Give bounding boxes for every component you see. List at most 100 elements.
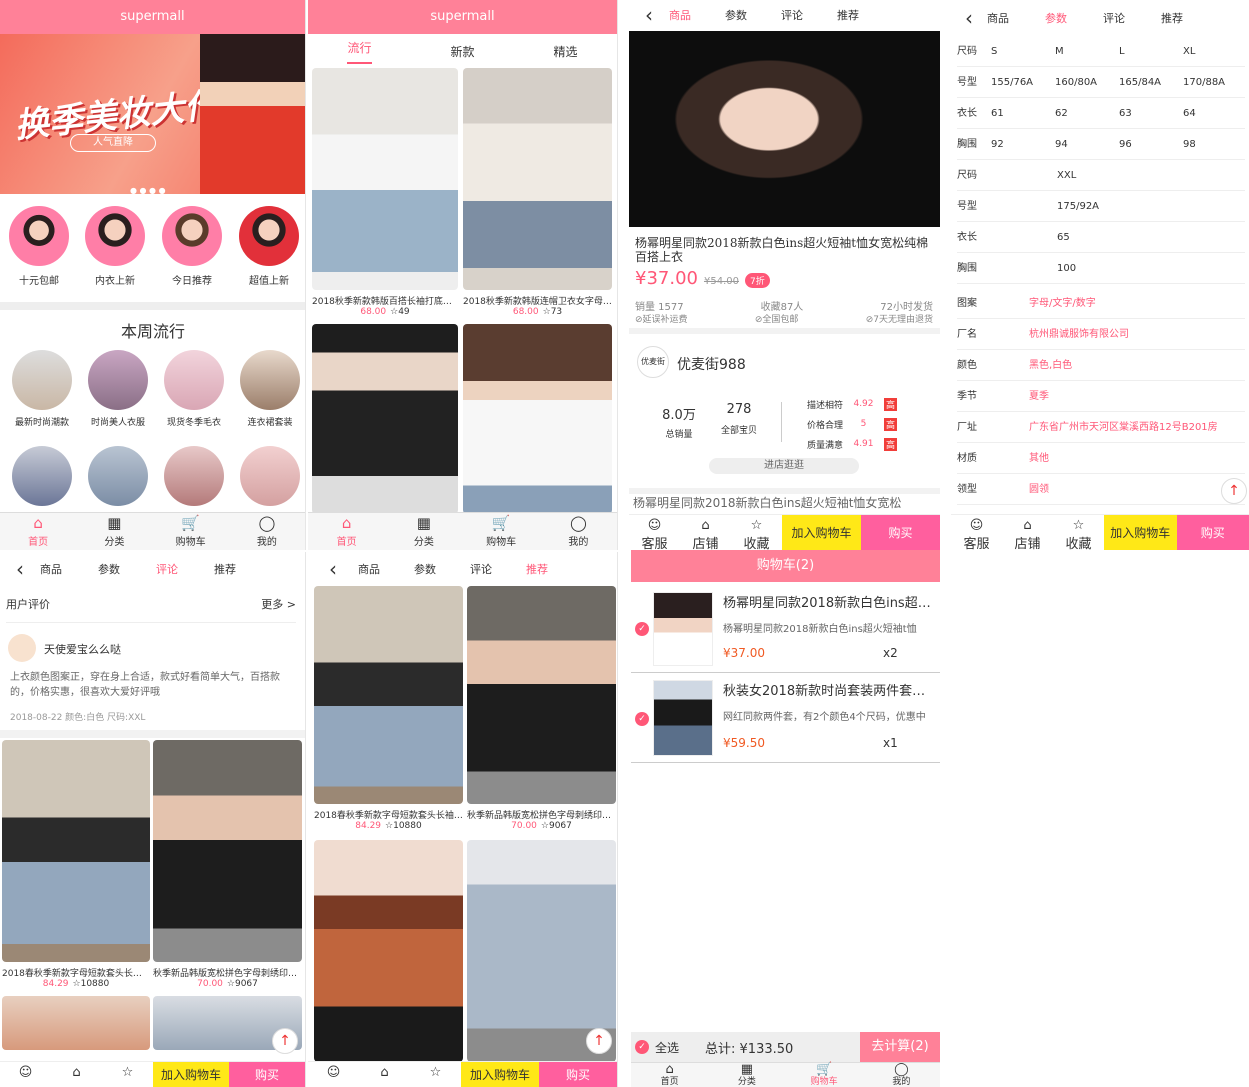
shop-button[interactable]: ⌂ 店铺 [1002,515,1053,550]
back-top-button[interactable]: ↑ [586,1028,612,1054]
size-cell: 63 [1119,108,1132,119]
enter-shop-button[interactable]: 进店逛逛 [709,458,859,474]
tab-params[interactable]: 参数 [725,7,747,23]
tab-goods[interactable]: 商品 [987,10,1009,26]
shop-button[interactable]: ⌂ [51,1062,102,1087]
tab-cart[interactable]: 🛒 购物车 [153,513,229,550]
goods-item[interactable]: 2018秋季新款韩版连帽卫衣女字母印花 68.00 ☆73 [463,68,612,317]
service-button[interactable]: ☺ [0,1062,51,1087]
back-icon[interactable]: ‹ [629,3,669,27]
buy-button[interactable]: 购买 [1176,515,1249,550]
goods-price: 68.00 [512,307,539,317]
tab-recommend[interactable]: 推荐 [214,561,236,577]
checkbox-icon[interactable]: ✓ [635,622,649,636]
comment-more-link[interactable]: 更多 > [261,596,296,612]
recommend-item[interactable]: 十元包邮 [8,206,70,287]
back-icon[interactable]: ‹ [951,6,987,30]
tab-profile[interactable]: ◯ 我的 [229,513,305,550]
service-button[interactable]: ☺ 客服 [951,515,1002,550]
star-icon: ☆ [429,1065,442,1080]
goods-image[interactable] [314,840,463,1062]
back-icon[interactable]: ‹ [0,557,40,581]
buy-button[interactable]: 购买 [229,1062,305,1087]
feature-image[interactable] [240,446,300,506]
goods-image[interactable] [2,996,150,1050]
tab-comment[interactable]: 评论 [781,7,803,23]
tab-recommend[interactable]: 推荐 [837,7,859,23]
feature-item[interactable]: 最新时尚潮款 [10,350,74,428]
tab-cart[interactable]: 🛒 购物车 [463,513,540,550]
back-icon[interactable]: ‹ [308,557,358,581]
tab-profile[interactable]: ◯ 我的 [540,513,617,550]
tab-goods[interactable]: 商品 [669,7,691,23]
back-top-button[interactable]: ↑ [272,1028,298,1054]
service-button[interactable]: ☺ [308,1062,359,1087]
service-button[interactable]: ☺ 客服 [629,515,680,550]
goods-item[interactable] [463,324,612,514]
tab-comment[interactable]: 评论 [156,561,178,577]
goods-price: 84.29 [42,979,69,989]
goods-item[interactable] [312,324,458,514]
tab-recommend[interactable]: 推荐 [526,561,548,577]
tab-comment[interactable]: 评论 [470,561,492,577]
tab-new[interactable]: 新款 [450,34,474,64]
action-label: 收藏 [1065,537,1092,550]
shop-button[interactable]: ⌂ 店铺 [680,515,731,550]
goods-item[interactable]: 2018春秋季新款字母短款套头长袖卫衣女 84.29☆10880 [2,740,150,989]
goods-item[interactable]: 秋季新品韩版宽松拼色字母刺绣印花上衣 70.00 ☆9067 [467,586,616,831]
feature-item[interactable]: 连衣裙套装 [238,350,302,428]
tab-profile[interactable]: ◯ 我的 [863,1063,940,1087]
recommend-item[interactable]: 超值上新 [238,206,300,287]
shop-button[interactable]: ⌂ [359,1062,410,1087]
back-top-button[interactable]: ↑ [1221,478,1247,504]
tab-goods[interactable]: 商品 [358,561,380,577]
buy-button[interactable]: 购买 [539,1062,617,1087]
tab-selected[interactable]: 精选 [553,34,577,64]
add-cart-button[interactable]: 加入购物车 [782,515,861,550]
tab-category[interactable]: ▦ 分类 [76,513,152,550]
goods-meta: 68.00 ☆73 [463,307,612,317]
add-cart-button[interactable]: 加入购物车 [153,1062,229,1087]
buy-button[interactable]: 购买 [861,515,940,550]
fav-button[interactable]: ☆ 收藏 [731,515,782,550]
tab-params[interactable]: 参数 [98,561,120,577]
fav-button[interactable]: ☆ [102,1062,153,1087]
tab-category[interactable]: ▦ 分类 [385,513,462,550]
checkbox-icon[interactable]: ✓ [635,712,649,726]
fav-button[interactable]: ☆ 收藏 [1053,515,1104,550]
tab-popular[interactable]: 流行 [347,34,372,64]
goods-title: 秋季新品韩版宽松拼色字母刺绣印花上衣 [467,811,616,821]
cart-item[interactable]: ✓ 杨幂明星同款2018新款白色ins超火短袖t恤 杨幂明星同款2018新款白色… [631,586,940,673]
banner-button[interactable]: 人气直降 [70,134,156,152]
tab-goods[interactable]: 商品 [40,561,62,577]
feature-item[interactable]: 现货冬季毛衣 [162,350,226,428]
tab-params[interactable]: 参数 [414,561,436,577]
tab-home[interactable]: ⌂ 首页 [0,513,76,550]
tab-label: 购物车 [486,537,517,548]
goods-item[interactable]: 2018秋季新款韩版百搭长袖打底衫上衣 68.00 ☆49 [312,68,458,317]
size-row: 胸围 100 [957,253,1245,284]
fav-button[interactable]: ☆ [410,1062,461,1087]
feature-image[interactable] [12,446,72,506]
recommend-item[interactable]: 今日推荐 [161,206,223,287]
tab-cart[interactable]: 🛒 购物车 [786,1063,863,1087]
goods-item[interactable]: 2018春秋季新款字母短款套头长袖卫衣女 84.29☆10880 [314,586,463,831]
checkout-button[interactable]: 去计算(2) [860,1032,940,1062]
tab-recommend[interactable]: 推荐 [1161,10,1183,26]
cart-item[interactable]: ✓ 秋装女2018新款时尚套装两件套韩版 网红同款两件套，有2个颜色4个尺码，优… [631,674,940,763]
tab-comment[interactable]: 评论 [1103,10,1125,26]
banner[interactable]: 换季美妆大作战 人气直降 ● ● ● ● [0,34,305,195]
feature-item[interactable]: 时尚美人衣服 [86,350,150,428]
tab-category[interactable]: ▦ 分类 [708,1063,785,1087]
recommend-item[interactable]: 内衣上新 [84,206,146,287]
select-all-checkbox[interactable]: ✓ [635,1040,649,1054]
add-cart-button[interactable]: 加入购物车 [1104,515,1177,550]
tab-home[interactable]: ⌂ 首页 [308,513,385,550]
feature-image[interactable] [88,446,148,506]
select-all-label[interactable]: 全选 [655,1039,679,1056]
tab-home[interactable]: ⌂ 首页 [631,1063,708,1087]
feature-image[interactable] [164,446,224,506]
tab-params[interactable]: 参数 [1045,10,1067,26]
add-cart-button[interactable]: 加入购物车 [461,1062,539,1087]
goods-item[interactable]: 秋季新品韩版宽松拼色字母刺绣印花上衣 70.00 ☆9067 [153,740,302,989]
